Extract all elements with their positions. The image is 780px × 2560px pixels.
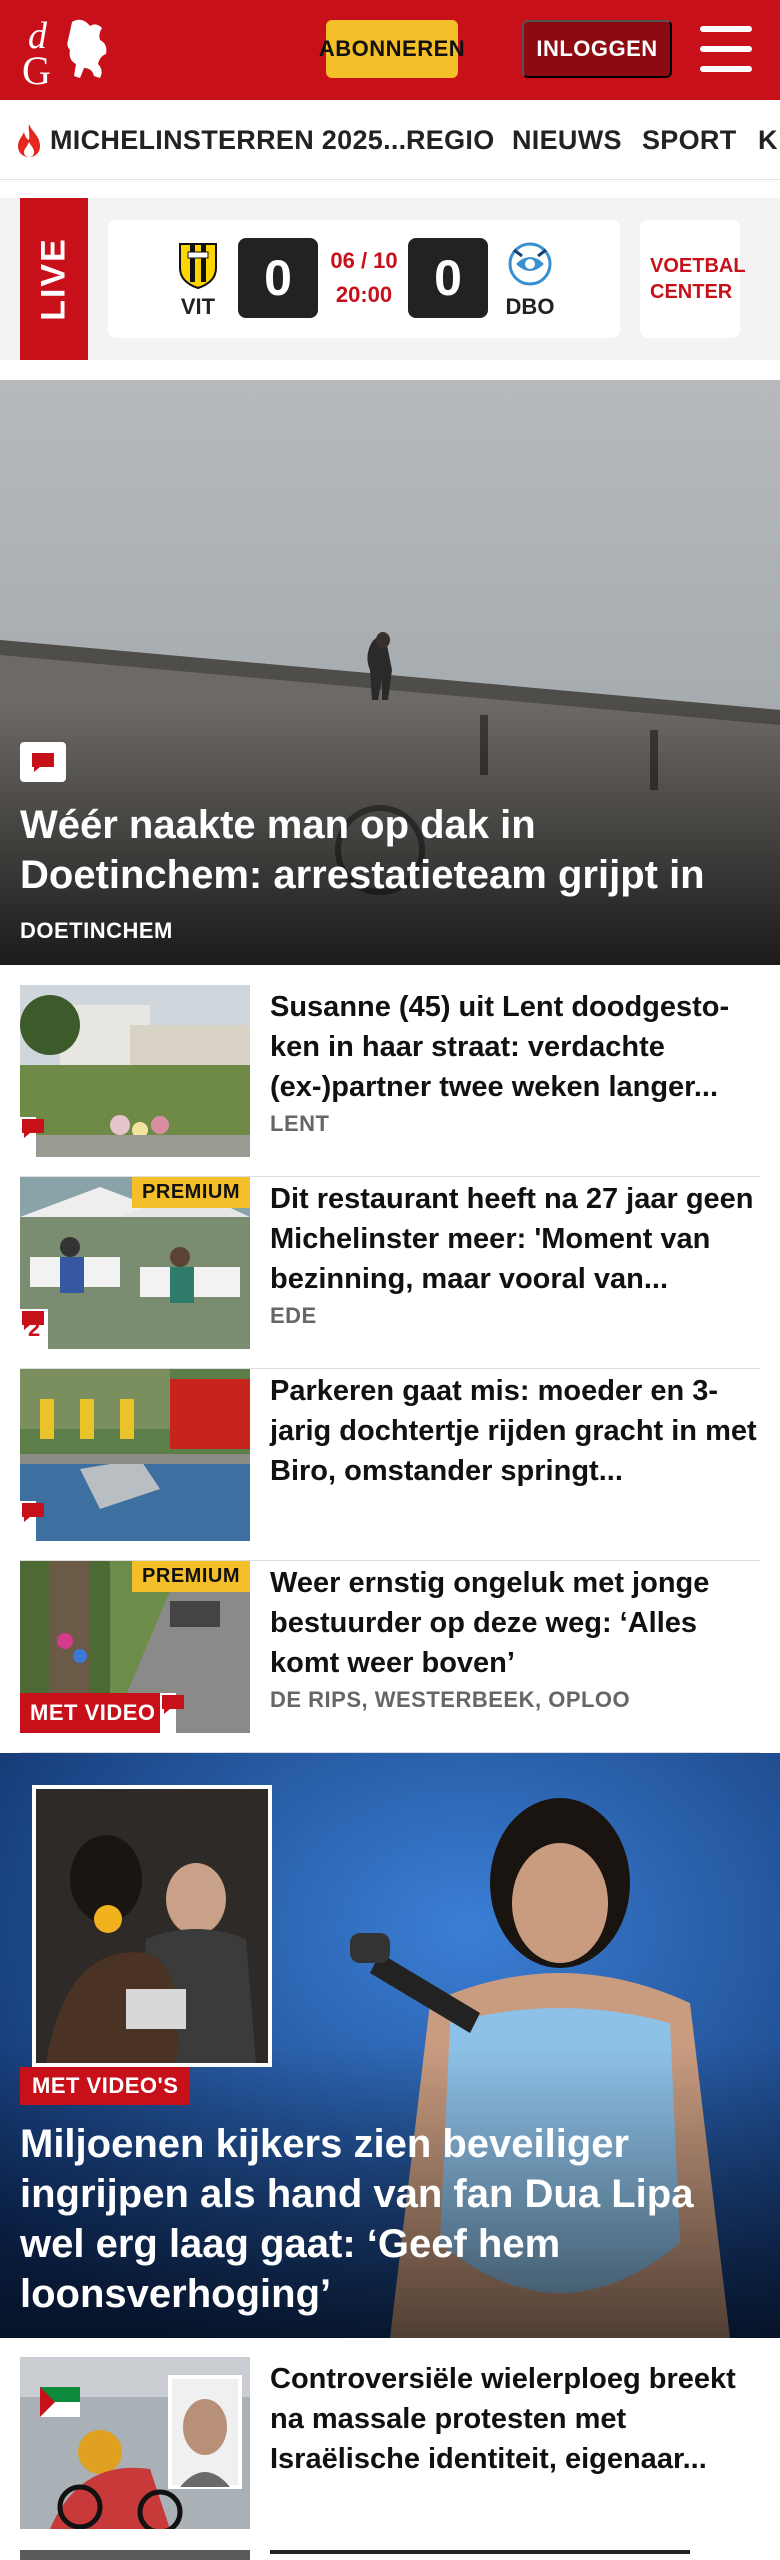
article-thumbnail: PREMIUM 2 bbox=[20, 1177, 250, 1349]
article-location: EDE bbox=[270, 1303, 317, 1328]
comment-icon bbox=[20, 742, 66, 782]
list-item[interactable]: Controversiële wielerploeg breekt na mas… bbox=[20, 2357, 760, 2549]
comment-icon bbox=[22, 1119, 44, 1138]
article-title[interactable]: Weer ernstig ongeluk met jonge bestuurde… bbox=[270, 1563, 760, 1683]
site-header: d G ABONNEREN INLOGGEN bbox=[0, 0, 780, 100]
hero-title[interactable]: Wéér naakte man op dak in Doetinchem: ar… bbox=[20, 800, 760, 900]
article-location: DE RIPS, WESTERBEEK, OPLOO bbox=[270, 1687, 631, 1712]
nav-item-partial[interactable]: K bbox=[758, 124, 778, 156]
vitesse-logo-icon bbox=[179, 243, 217, 290]
video-badge: MET VIDEO'S bbox=[20, 2067, 191, 2105]
section-nav: MICHELINSTERREN 2025... REGIO NIEUWS SPO… bbox=[0, 100, 780, 180]
match-time: 20:00 bbox=[335, 282, 393, 307]
comment-count-badge bbox=[20, 1501, 44, 1541]
article-title[interactable]: Dit restaurant heeft na 27 jaar geen Mic… bbox=[270, 1179, 760, 1299]
article-location: LENT bbox=[270, 1111, 330, 1136]
article-thumbnail bbox=[20, 2357, 250, 2529]
away-score: 0 bbox=[408, 238, 488, 318]
list-item[interactable]: PREMIUM MET VIDEO Weer ernstig ongeluk m… bbox=[20, 1561, 760, 1753]
feature-title[interactable]: Miljoenen kijkers zien beveiliger ingrij… bbox=[20, 2119, 760, 2319]
list-item[interactable]: PREMIUM 2 Dit restaurant heeft na 27 jaa… bbox=[20, 1177, 760, 1369]
comment-icon bbox=[22, 1311, 44, 1330]
away-team-code: DBO bbox=[505, 294, 555, 319]
article-thumbnail bbox=[20, 985, 250, 1157]
comment-count-badge bbox=[160, 1693, 184, 1733]
subscribe-button[interactable]: ABONNEREN bbox=[319, 20, 465, 78]
article-title[interactable]: Parkeren gaat mis: moeder en 3-jarig doc… bbox=[270, 1371, 760, 1491]
list-item[interactable]: Parkeren gaat mis: moeder en 3-jarig doc… bbox=[20, 1369, 760, 1561]
nav-item-regio[interactable]: REGIO bbox=[406, 124, 495, 156]
nav-item-michelinsterren[interactable]: MICHELINSTERREN 2025... bbox=[50, 124, 406, 156]
premium-badge: PREMIUM bbox=[132, 1561, 250, 1592]
comment-count-badge bbox=[20, 1117, 44, 1157]
article-title[interactable]: Susanne (45) uit Lent doodgesto­ken in h… bbox=[270, 987, 760, 1107]
article-thumbnail bbox=[20, 1369, 250, 1541]
svg-text:G: G bbox=[22, 48, 51, 88]
de-gelderlander-logo[interactable]: d G bbox=[20, 12, 120, 88]
hero-article[interactable]: Wéér naakte man op dak in Doetinchem: ar… bbox=[0, 380, 780, 965]
page: d G ABONNEREN INLOGGEN MICHELINSTERREN 2… bbox=[0, 0, 780, 2560]
comment-icon bbox=[22, 1503, 44, 1522]
live-label: LIVE bbox=[20, 198, 88, 360]
video-badge: MET VIDEO bbox=[20, 1693, 166, 1733]
list-item[interactable]: Susanne (45) uit Lent doodgesto­ken in h… bbox=[20, 985, 760, 1177]
menu-icon[interactable] bbox=[700, 26, 752, 72]
flame-icon bbox=[18, 124, 40, 157]
nav-item-nieuws[interactable]: NIEUWS bbox=[512, 124, 622, 156]
den-bosch-logo-icon bbox=[508, 242, 552, 286]
article-thumbnail: PREMIUM MET VIDEO bbox=[20, 1561, 250, 1733]
live-score-bar: LIVE VIT 0 06 / 10 20:00 0 DBO VOETBAL C… bbox=[0, 198, 780, 360]
home-team-code: VIT bbox=[180, 294, 216, 319]
next-article-title-peek bbox=[270, 2550, 760, 2560]
voetbal-center-button[interactable]: VOETBAL CENTER bbox=[640, 220, 746, 338]
next-article-thumbnail-peek bbox=[20, 2550, 250, 2560]
premium-badge: PREMIUM bbox=[132, 1177, 250, 1208]
article-title[interactable]: Controversiële wielerploeg breekt na mas… bbox=[270, 2359, 760, 2479]
comment-count-badge: 2 bbox=[20, 1309, 49, 1349]
login-button[interactable]: INLOGGEN bbox=[522, 20, 672, 78]
match-date: 06 / 10 bbox=[330, 248, 398, 273]
nav-item-sport[interactable]: SPORT bbox=[642, 124, 737, 156]
match-card[interactable]: VIT 0 06 / 10 20:00 0 DBO bbox=[108, 220, 620, 338]
comment-icon bbox=[162, 1695, 184, 1714]
feature-video-inset[interactable] bbox=[32, 1785, 272, 2067]
home-score: 0 bbox=[238, 238, 318, 318]
feature-article[interactable]: MET VIDEO'S Miljoenen kijkers zien bevei… bbox=[0, 1753, 780, 2338]
hero-location: DOETINCHEM bbox=[20, 918, 173, 943]
